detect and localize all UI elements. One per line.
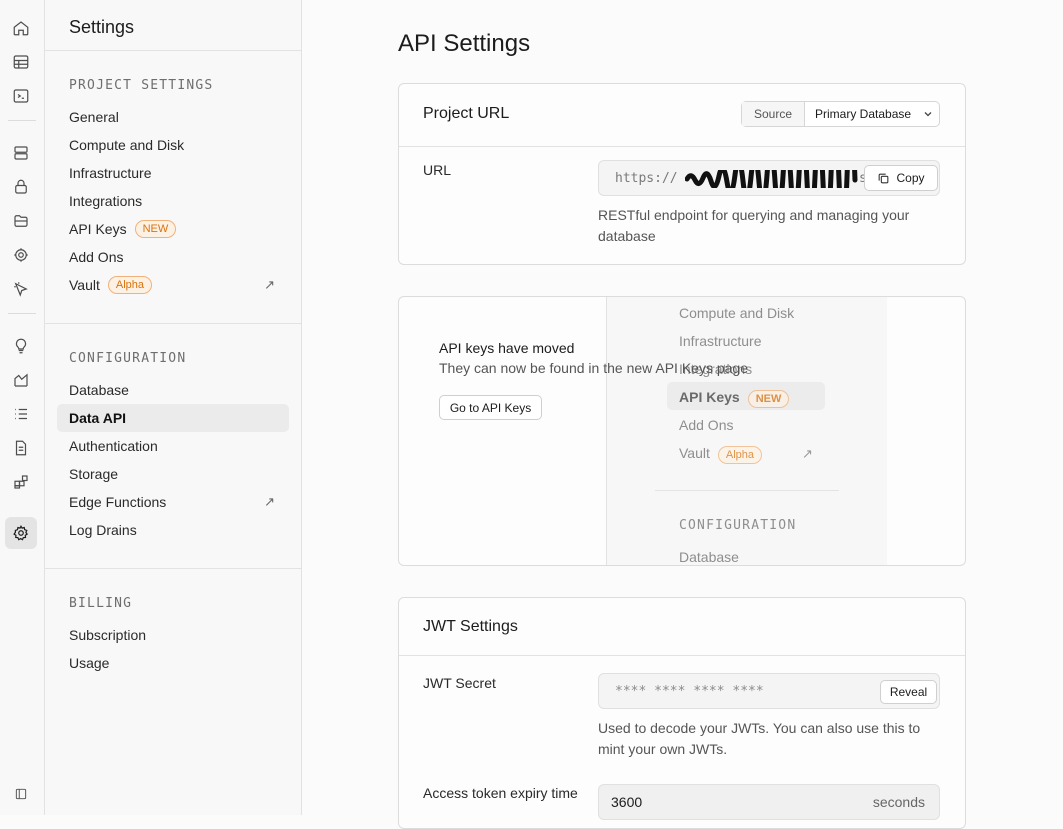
menu-item-database[interactable]: Database	[57, 376, 289, 404]
source-value: Primary Database	[815, 107, 912, 121]
url-help-text: RESTful endpoint for querying and managi…	[598, 207, 910, 244]
menu-item-infrastructure[interactable]: Infrastructure	[57, 159, 289, 187]
page-title: API Settings	[398, 30, 531, 57]
collapse-sidebar-icon[interactable]	[10, 783, 32, 805]
reports-chart-icon[interactable]	[10, 369, 32, 391]
preview-item: Database	[679, 549, 739, 565]
settings-gear-icon[interactable]	[5, 517, 37, 549]
moved-title: API keys have moved	[439, 340, 575, 356]
menu-item-data-api[interactable]: Data API	[57, 404, 289, 432]
redaction-scribble	[685, 170, 858, 188]
source-selector[interactable]: Source Primary Database	[741, 101, 940, 127]
external-link-icon: ↗	[802, 446, 813, 461]
edge-functions-icon[interactable]	[10, 244, 32, 266]
preview-section-title: CONFIGURATION	[679, 518, 797, 533]
integrations-icon[interactable]	[10, 471, 32, 493]
advisors-lightbulb-icon[interactable]	[10, 335, 32, 357]
section-title-configuration: CONFIGURATION	[69, 351, 187, 366]
preview-item: Infrastructure	[679, 333, 762, 349]
sql-editor-icon[interactable]	[10, 85, 32, 107]
jwt-secret-help-text: Used to decode your JWTs. You can also u…	[598, 720, 921, 757]
menu-item-integrations[interactable]: Integrations	[57, 187, 289, 215]
menu-item-usage[interactable]: Usage	[57, 649, 289, 677]
main-content: API Settings Project URL Source Primary …	[302, 0, 1063, 829]
preview-item: Compute and Disk	[679, 305, 795, 321]
preview-item: Add Ons	[679, 417, 734, 433]
menu-preview: Compute and Disk Infrastructure Integrat…	[606, 297, 887, 565]
jwt-secret-value: **** **** **** ****	[615, 684, 764, 699]
menu-item-vault[interactable]: Vault Alpha ↗	[57, 271, 289, 299]
api-keys-moved-card: Compute and Disk Infrastructure Integrat…	[398, 296, 966, 566]
menu-item-add-ons[interactable]: Add Ons	[57, 243, 289, 271]
jwt-settings-title: JWT Settings	[423, 618, 518, 635]
moved-text: They can now be found in the new API Key…	[439, 360, 748, 376]
menu-item-subscription[interactable]: Subscription	[57, 621, 289, 649]
section-title-project-settings: PROJECT SETTINGS	[69, 78, 214, 93]
new-badge: NEW	[134, 220, 177, 238]
table-editor-icon[interactable]	[10, 51, 32, 73]
menu-item-api-keys[interactable]: API Keys NEW	[57, 215, 289, 243]
url-field[interactable]: https:// s Copy	[598, 160, 940, 196]
section-title-billing: BILLING	[69, 596, 133, 611]
jwt-secret-label: JWT Secret	[423, 675, 496, 691]
chevron-down-icon	[917, 102, 939, 126]
auth-lock-icon[interactable]	[10, 176, 32, 198]
expiry-unit: seconds	[872, 794, 925, 810]
url-value: https://	[615, 171, 678, 186]
copy-button[interactable]: Copy	[864, 165, 938, 191]
preview-item-vault: Vault Alpha	[679, 445, 763, 464]
realtime-cursor-icon[interactable]	[10, 278, 32, 300]
project-url-card: Project URL Source Primary Database URL …	[398, 83, 966, 265]
logs-list-icon[interactable]	[10, 403, 32, 425]
menu-item-storage[interactable]: Storage	[57, 460, 289, 488]
menu-item-general[interactable]: General	[57, 103, 289, 131]
external-link-icon: ↗	[264, 277, 275, 292]
reveal-button[interactable]: Reveal	[880, 680, 937, 704]
alpha-badge: Alpha	[107, 276, 153, 294]
menu-item-edge-functions[interactable]: Edge Functions ↗	[57, 488, 289, 516]
menu-item-authentication[interactable]: Authentication	[57, 432, 289, 460]
access-token-expiry-label: Access token expiry time	[423, 785, 578, 801]
url-label: URL	[423, 162, 452, 178]
menu-title: Settings	[69, 17, 135, 37]
expiry-value: 3600	[611, 794, 643, 810]
preview-item-api-keys: API Keys NEW	[679, 389, 790, 408]
home-icon[interactable]	[10, 17, 32, 39]
icon-rail	[0, 0, 45, 815]
jwt-secret-field[interactable]: **** **** **** **** Reveal	[598, 673, 940, 709]
copy-icon	[879, 173, 889, 183]
source-label: Source	[742, 102, 805, 126]
project-url-title: Project URL	[423, 105, 510, 122]
external-link-icon: ↗	[264, 494, 275, 509]
menu-item-compute-and-disk[interactable]: Compute and Disk	[57, 131, 289, 159]
storage-icon[interactable]	[10, 210, 32, 232]
database-icon[interactable]	[10, 142, 32, 164]
menu-item-log-drains[interactable]: Log Drains	[57, 516, 289, 544]
settings-menu: Settings PROJECT SETTINGS General Comput…	[45, 0, 302, 815]
go-to-api-keys-button[interactable]: Go to API Keys	[439, 395, 542, 420]
jwt-settings-card: JWT Settings JWT Secret **** **** **** *…	[398, 597, 966, 829]
api-docs-icon[interactable]	[10, 437, 32, 459]
